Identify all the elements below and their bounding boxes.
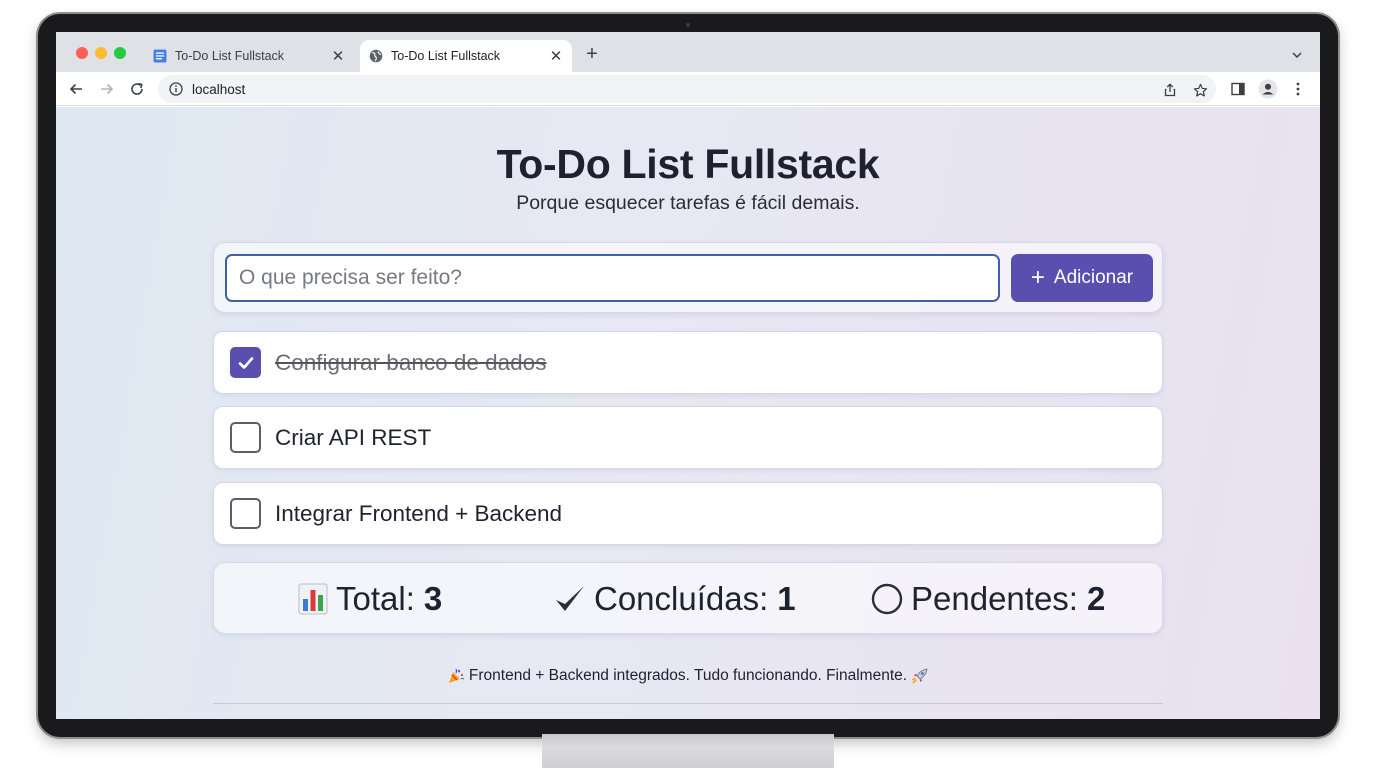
task-text: Criar API REST (275, 425, 432, 450)
chevron-down-icon[interactable] (1288, 46, 1306, 64)
forward-arrow-icon[interactable] (97, 79, 117, 99)
task-checkbox-checked[interactable] (230, 347, 261, 378)
stat-total-value: 3 (423, 580, 443, 617)
document-icon (153, 49, 167, 63)
divider (213, 703, 1163, 704)
maximize-window-button[interactable] (114, 47, 126, 59)
tab-title: To-Do List Fullstack (175, 49, 285, 63)
stats-bar: Total: 3 Concluídas: 1 Pendentes: 2 (213, 562, 1163, 634)
task-text: Integrar Frontend + Backend (275, 501, 563, 526)
add-task-button[interactable]: + Adicionar (1011, 254, 1153, 302)
task-item: Criar API REST (213, 406, 1163, 469)
page-content: To-Do List Fullstack Porque esquecer tar… (56, 107, 1320, 719)
stat-pending-value: 2 (1086, 580, 1106, 617)
task-item: Configurar banco de dados (213, 331, 1163, 394)
close-icon[interactable]: ✕ (328, 46, 348, 66)
bar-chart-icon (298, 583, 328, 615)
circle-icon (871, 583, 903, 615)
task-text: Configurar banco de dados (275, 350, 547, 375)
browser-toolbar: localhost (56, 72, 1320, 106)
rocket-icon (911, 667, 929, 685)
add-button-label: Adicionar (1053, 267, 1134, 288)
reload-icon[interactable] (127, 79, 147, 99)
stat-total: Total: 3 (298, 580, 442, 618)
share-icon[interactable] (1161, 81, 1179, 99)
task-checkbox[interactable] (230, 422, 261, 453)
tab-todo-list-2[interactable]: To-Do List Fullstack ✕ (360, 40, 572, 72)
stat-completed-label: Concluídas: (594, 580, 769, 617)
globe-icon (369, 49, 383, 63)
tab-todo-list-1[interactable]: To-Do List Fullstack ✕ (144, 40, 354, 72)
checkmark-icon (238, 356, 253, 369)
footer-text: Frontend + Backend integrados. Tudo func… (468, 667, 908, 684)
new-task-input[interactable] (225, 254, 1000, 302)
task-item: Integrar Frontend + Backend (213, 482, 1163, 545)
page-title: To-Do List Fullstack (496, 141, 880, 187)
party-popper-icon (447, 667, 465, 685)
browser-window: To-Do List Fullstack ✕ To-Do List Fullst… (56, 32, 1320, 719)
profile-avatar-icon[interactable] (1258, 79, 1278, 99)
stat-pending-label: Pendentes: (911, 580, 1078, 617)
back-arrow-icon[interactable] (66, 79, 86, 99)
tab-strip: To-Do List Fullstack ✕ To-Do List Fullst… (56, 32, 1320, 72)
stat-completed: Concluídas: 1 (554, 580, 796, 618)
kebab-menu-icon[interactable] (1288, 79, 1308, 99)
stat-pending: Pendentes: 2 (871, 580, 1105, 618)
url-text: localhost (192, 81, 246, 97)
page-subtitle: Porque esquecer tarefas é fácil demais. (516, 192, 860, 214)
plus-icon: + (1030, 264, 1045, 291)
minimize-window-button[interactable] (95, 47, 107, 59)
side-panel-icon[interactable] (1228, 79, 1248, 99)
stat-total-label: Total: (336, 580, 415, 617)
bookmark-star-icon[interactable] (1191, 81, 1209, 99)
check-mark-icon (554, 584, 586, 614)
stat-completed-value: 1 (777, 580, 796, 617)
monitor-stand (542, 734, 834, 768)
info-icon[interactable] (168, 81, 184, 97)
close-icon[interactable]: ✕ (546, 46, 566, 66)
camera (686, 23, 690, 27)
task-checkbox[interactable] (230, 498, 261, 529)
new-tab-button[interactable]: + (582, 44, 602, 64)
close-window-button[interactable] (76, 47, 88, 59)
address-bar[interactable]: localhost (158, 75, 1216, 103)
tab-title: To-Do List Fullstack (391, 49, 501, 63)
footer-message: Frontend + Backend integrados. Tudo func… (56, 667, 1320, 685)
add-task-form: + Adicionar (213, 242, 1163, 313)
